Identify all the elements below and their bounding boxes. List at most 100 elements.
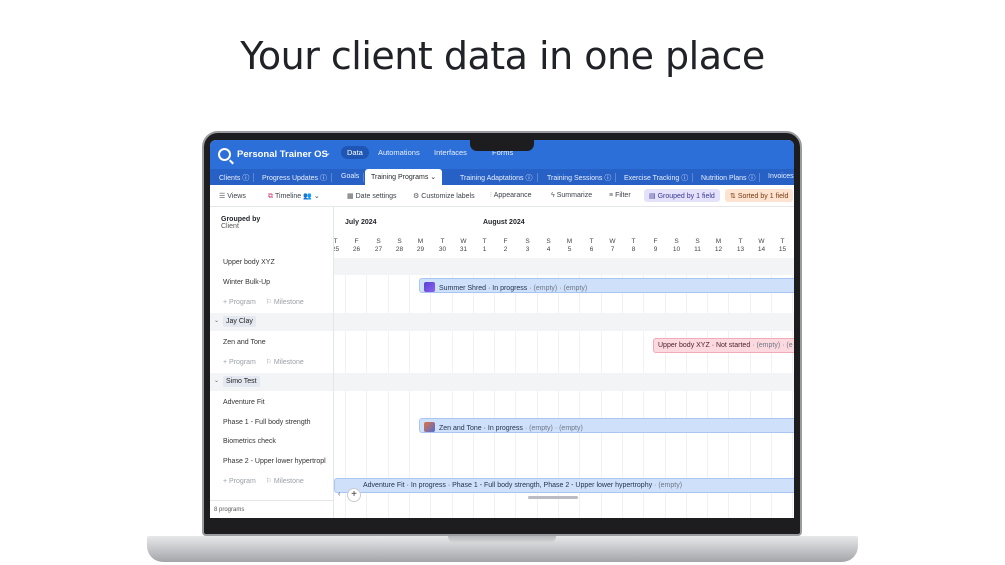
appearance-button[interactable]: ⫶ Appearance [490,192,532,200]
add-milestone-button[interactable]: Milestone [274,299,304,306]
add-program-button[interactable]: + Program [223,299,256,306]
info-icon: ⓘ [525,175,533,182]
list-item[interactable]: Phase 2 - Upper lower hypertropl [223,458,326,465]
table-tabs: Clients ⓘ Progress Updates ⓘ Goals Train… [210,169,794,185]
tab-training-sessions[interactable]: Training Sessions ⓘ [547,173,617,183]
tab-clients[interactable]: Clients ⓘ [219,173,255,183]
laptop-notch [470,133,534,151]
list-item[interactable]: Biometrics check [223,438,276,445]
view-toolbar: ☰ Views ⧉ Timeline 👥 ⌄ ▦ Date settings ⚙ Cus… [210,185,794,207]
tab-goals[interactable]: Goals [341,173,365,182]
day-number-label: 25 [334,246,340,253]
calendar-icon: ▦ [347,193,354,200]
list-item[interactable]: Phase 1 - Full body strength [223,419,311,426]
day-number-label: 31 [459,246,468,253]
milestone-flag-icon: ⚐ [265,359,272,366]
day-of-week-label: F [653,238,658,245]
add-milestone-button[interactable]: Milestone [274,359,304,366]
views-button[interactable]: ☰ Views [219,192,246,200]
group-band-jay-clay [334,313,794,331]
timeline-bar-summer-shred[interactable]: Summer Shred · In progress · (empty) · (… [419,278,794,293]
day-of-week-label: S [397,238,402,245]
day-number-label: 1 [482,246,487,253]
tab-training-adaptations[interactable]: Training Adaptations ⓘ [460,173,538,183]
people-icon: 👥 [303,193,312,200]
filter-icon: ≡ [609,192,614,199]
menu-icon: ☰ [219,193,226,200]
add-milestone-button[interactable]: Milestone [274,478,304,485]
base-title[interactable]: Personal Trainer OS [237,149,328,160]
timeline-view-button[interactable]: ⧉ Timeline 👥 ⌄ [268,192,320,201]
group-label: Simo Test [223,376,260,387]
day-of-week-label: S [546,238,551,245]
tab-training-programs[interactable]: Training Programs ⌄ [365,169,443,185]
nav-automations[interactable]: Automations [378,148,420,157]
app-screen: Personal Trainer OS ⌄ Data Automations I… [210,140,794,518]
headline: Your client data in one place [240,34,765,78]
tab-exercise-tracking[interactable]: Exercise Tracking ⓘ [624,173,694,183]
group-header-simo-test[interactable]: ⌄ Simo Test [210,373,333,391]
summarize-button[interactable]: ϟ Summarize [551,192,592,199]
sparkle-icon: ϟ [551,192,555,199]
day-of-week-label: W [758,238,765,245]
nav-data[interactable]: Data [341,146,369,159]
timeline-bar-zen-and-tone[interactable]: Zen and Tone · In progress · (empty) · (… [419,418,794,433]
list-item[interactable]: Adventure Fit [223,399,265,406]
day-number-label: 6 [589,246,594,253]
tab-progress-updates[interactable]: Progress Updates ⓘ [262,173,332,183]
day-of-week-label: S [674,238,679,245]
day-of-week-label: F [503,238,508,245]
record-count: 8 programs [214,507,245,513]
day-of-week-label: T [334,238,338,245]
group-button[interactable]: ▤ Grouped by 1 field [644,189,720,202]
day-of-week-label: T [738,238,743,245]
day-number-label: 10 [672,246,681,253]
add-program-button[interactable]: + Program [223,478,256,485]
add-program-button[interactable]: + Program [223,359,256,366]
timeline-bar-adventure-fit[interactable]: Adventure Fit · In progress · Phase 1 - … [334,478,794,493]
chevron-down-icon[interactable]: ⌄ [430,174,436,181]
day-number-label: 8 [631,246,636,253]
chevron-down-icon[interactable]: ⌄ [325,149,331,157]
tab-invoices[interactable]: Invoices [768,173,794,180]
sort-icon: ⇅ [730,193,736,200]
day-number-label: 26 [352,246,361,253]
day-number-label: 14 [757,246,766,253]
add-record-button[interactable]: + [347,488,361,502]
sort-button[interactable]: ⇅ Sorted by 1 field [725,189,794,202]
chevron-down-icon[interactable]: ⌄ [214,377,219,384]
day-of-week-label: T [482,238,487,245]
day-of-week-label: F [354,238,359,245]
record-thumbnail [424,282,435,292]
tab-nutrition-plans[interactable]: Nutrition Plans ⓘ [701,173,761,183]
day-of-week-label: T [780,238,785,245]
timeline-grid[interactable]: July 2024 August 2024 Summer Shred · In … [334,207,794,518]
group-header-jay-clay[interactable]: ⌄ Jay Clay [210,313,333,331]
day-number-label: 5 [567,246,572,253]
day-of-week-label: W [460,238,467,245]
chevron-down-icon[interactable]: ⌄ [214,317,219,324]
info-icon: ⓘ [319,175,327,182]
record-count-footer: 8 programs [210,500,333,518]
filter-button[interactable]: ≡ Filter [609,192,631,199]
info-icon: ⓘ [604,175,612,182]
milestone-flag-icon: ⚐ [265,478,272,485]
timeline-bar-upper-body-xyz[interactable]: Upper body XYZ · Not started · (empty) ·… [653,338,794,353]
date-settings-button[interactable]: ▦ Date settings [347,192,396,200]
info-icon: ⓘ [681,175,689,182]
list-item[interactable]: Winter Bulk-Up [223,279,270,286]
info-icon: ⓘ [242,175,250,182]
list-item[interactable]: Zen and Tone [223,339,266,346]
list-item[interactable]: Upper body XYZ [223,259,275,266]
month-label: July 2024 [345,219,377,226]
day-of-week-label: M [417,238,424,245]
month-label: August 2024 [483,219,525,226]
customize-labels-button[interactable]: ⚙ Customize labels [413,192,475,200]
timeline-icon: ⧉ [268,193,273,200]
chevron-left-icon[interactable]: ‹ [338,491,340,498]
horizontal-scrollbar[interactable] [528,496,578,499]
info-icon: ⓘ [748,175,756,182]
nav-interfaces[interactable]: Interfaces [434,148,467,157]
day-of-week-label: T [631,238,636,245]
chevron-down-icon: ⌄ [313,193,320,200]
